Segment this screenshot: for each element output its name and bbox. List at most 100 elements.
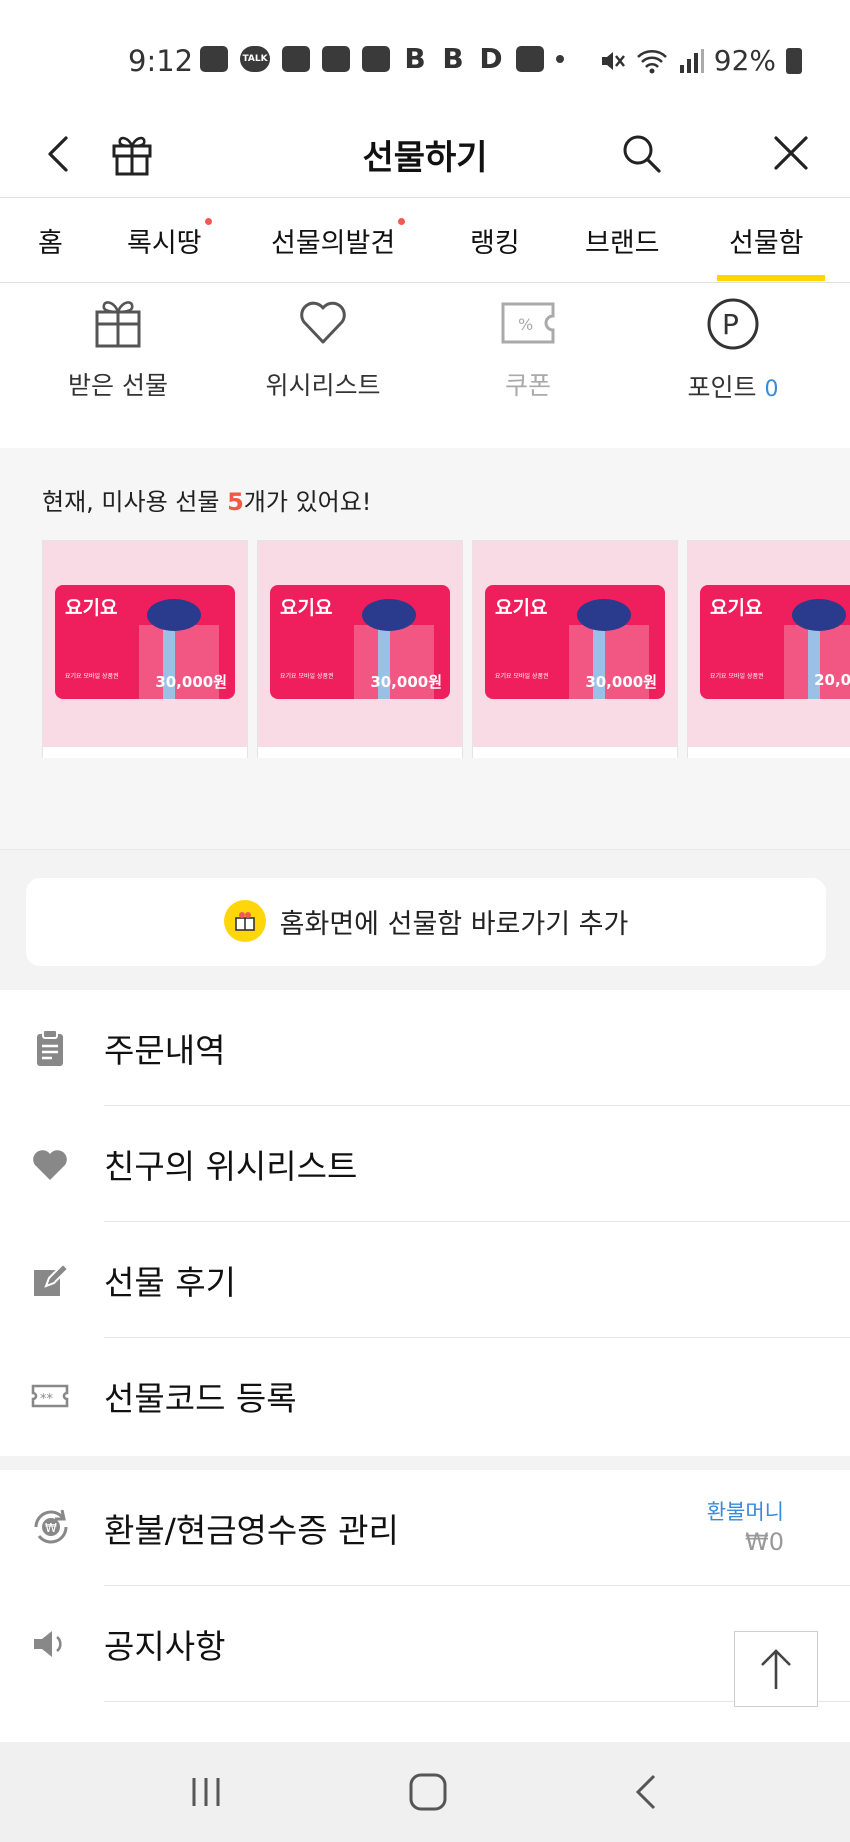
gift-voucher: 요기요 요기요 모바일 상품권 30,000원	[270, 585, 450, 699]
b-app-icon: B	[404, 42, 426, 75]
tab-loccitane[interactable]: 록시땅	[127, 218, 212, 260]
tab-label: 선물의발견	[271, 228, 396, 259]
search-icon[interactable]	[618, 130, 666, 178]
close-icon[interactable]	[768, 130, 814, 176]
edit-icon	[34, 1262, 70, 1296]
gift-icon	[95, 301, 141, 348]
status-bar: 9:12 TALK B B D 92%	[0, 0, 850, 110]
home-icon[interactable]	[406, 1770, 450, 1814]
tab-giftbox[interactable]: 선물함	[729, 221, 804, 260]
voucher-small-text: 요기요 모바일 상품권	[495, 673, 549, 680]
voucher-amount: 30,000원	[155, 673, 227, 691]
point-label-row: 포인트 0	[633, 368, 833, 404]
menu-label: 환불/현금영수증 관리	[104, 1511, 399, 1550]
status-time: 9:12	[128, 44, 194, 78]
dx-icon: D	[479, 42, 503, 75]
gift-card[interactable]: 요기요 요기요 모바일 상품권 30,000원 나	[472, 540, 678, 758]
tab-brand[interactable]: 브랜드	[585, 221, 660, 260]
gift-card-image: 요기요 요기요 모바일 상품권 30,000원	[43, 541, 247, 747]
section-gap	[0, 1456, 850, 1470]
tab-ranking[interactable]: 랭킹	[470, 221, 520, 260]
coupon-button[interactable]: % 쿠폰	[428, 296, 628, 402]
new-dot	[398, 218, 406, 225]
more-dot-icon	[556, 55, 564, 63]
gift-card[interactable]: 요기요 요기요 모바일 상품권 30,000원 나	[257, 540, 463, 758]
gift-voucher: 요기요 요기요 모바일 상품권 30,000원	[485, 585, 665, 699]
menu-label: 선물코드 등록	[104, 1379, 297, 1418]
wifi-icon	[636, 49, 667, 73]
tab-home[interactable]: 홈	[38, 221, 63, 260]
signal-icon	[679, 48, 704, 73]
unused-suffix: 개가 있어요!	[243, 488, 372, 516]
arrow-up-icon	[761, 1649, 791, 1689]
voucher-brand: 요기요	[65, 597, 118, 619]
new-dot	[204, 218, 212, 225]
system-nav-bar	[0, 1742, 850, 1842]
tab-label: 랭킹	[470, 228, 520, 259]
battery-icon	[786, 47, 802, 74]
mute-icon	[601, 51, 625, 70]
menu-item-gift-code[interactable]: ** 선물코드 등록	[0, 1338, 850, 1456]
refund-money-value: ₩0	[745, 1528, 784, 1556]
bow-graphic	[577, 599, 631, 631]
received-gifts-button[interactable]: 받은 선물	[18, 296, 218, 402]
tab-label: 브랜드	[585, 228, 660, 259]
card-icon	[516, 46, 544, 72]
gift-card[interactable]: 요기요 요기요 모바일 상품권 20,000 나	[687, 540, 850, 758]
tab-label: 록시땅	[127, 228, 202, 259]
heart-icon	[300, 301, 346, 344]
add-home-shortcut-button[interactable]: 홈화면에 선물함 바로가기 추가	[26, 878, 826, 966]
svg-text:**: **	[40, 1392, 54, 1407]
heart-icon	[33, 1150, 67, 1180]
shortcut-band: 홈화면에 선물함 바로가기 추가	[0, 850, 850, 990]
recent-apps-icon[interactable]	[186, 1772, 226, 1812]
gift-card-carousel[interactable]: 요기요 요기요 모바일 상품권 30,000원 나 요기요 요기요 모바일 상품…	[42, 540, 850, 758]
system-icons: 92%	[598, 44, 802, 77]
menu-item-orders[interactable]: 주문내역	[0, 990, 850, 1106]
unused-gifts-heading: 현재, 미사용 선물 5개가 있어요!	[42, 482, 371, 517]
category-tabs: 홈 록시땅 선물의발견 랭킹 브랜드 선물함	[0, 199, 850, 283]
drive-icon	[362, 46, 390, 72]
active-tab-indicator	[717, 275, 825, 281]
message-icon	[200, 46, 228, 72]
gift-voucher: 요기요 요기요 모바일 상품권 20,000	[700, 585, 850, 699]
svg-text:₩: ₩	[45, 1521, 57, 1535]
voucher-amount: 30,000원	[585, 673, 657, 691]
point-button[interactable]: P 포인트 0	[633, 296, 833, 404]
voucher-amount: 20,000	[814, 671, 850, 689]
tab-label: 선물함	[729, 228, 804, 259]
menu-item-refund[interactable]: ₩ 환불/현금영수증 관리 환불머니 ₩0	[0, 1470, 850, 1586]
scroll-to-top-button[interactable]	[734, 1631, 818, 1707]
gift-card[interactable]: 요기요 요기요 모바일 상품권 30,000원 나	[42, 540, 248, 758]
kakaotalk-icon: TALK	[240, 46, 270, 72]
point-label: 포인트	[687, 373, 757, 402]
gift-card-image: 요기요 요기요 모바일 상품권 30,000원	[473, 541, 677, 747]
menu-label: 선물 후기	[104, 1263, 236, 1302]
point-icon: P	[707, 298, 759, 350]
coupon-label: 쿠폰	[504, 371, 551, 400]
unused-gifts-section: 현재, 미사용 선물 5개가 있어요! 요기요 요기요 모바일 상품권 30,0…	[0, 448, 850, 850]
voucher-amount: 30,000원	[370, 673, 442, 691]
back-nav-icon[interactable]	[628, 1772, 668, 1812]
unused-prefix: 현재, 미사용 선물	[42, 488, 228, 516]
menu-item-notice[interactable]: 공지사항	[0, 1586, 850, 1702]
shortcut-content: 홈화면에 선물함 바로가기 추가	[26, 900, 826, 942]
wishlist-label: 위시리스트	[265, 371, 381, 400]
voucher-brand: 요기요	[710, 597, 763, 619]
bow-graphic	[792, 599, 846, 631]
refund-money-label: 환불머니	[706, 1500, 784, 1524]
speaker-icon	[34, 1631, 62, 1657]
battery-percent: 92%	[713, 44, 776, 77]
menu-label: 친구의 위시리스트	[104, 1147, 358, 1186]
bow-graphic	[147, 599, 201, 631]
b-app-icon: B	[442, 42, 464, 75]
voucher-small-text: 요기요 모바일 상품권	[280, 673, 334, 680]
wishlist-button[interactable]: 위시리스트	[223, 296, 423, 402]
menu-item-reviews[interactable]: 선물 후기	[0, 1222, 850, 1338]
bow-graphic	[362, 599, 416, 631]
tab-discovery[interactable]: 선물의발견	[271, 218, 406, 260]
svg-text:%: %	[518, 315, 533, 334]
point-value: 0	[764, 377, 779, 402]
voucher-small-text: 요기요 모바일 상품권	[710, 673, 764, 680]
menu-item-friend-wishlist[interactable]: 친구의 위시리스트	[0, 1106, 850, 1222]
